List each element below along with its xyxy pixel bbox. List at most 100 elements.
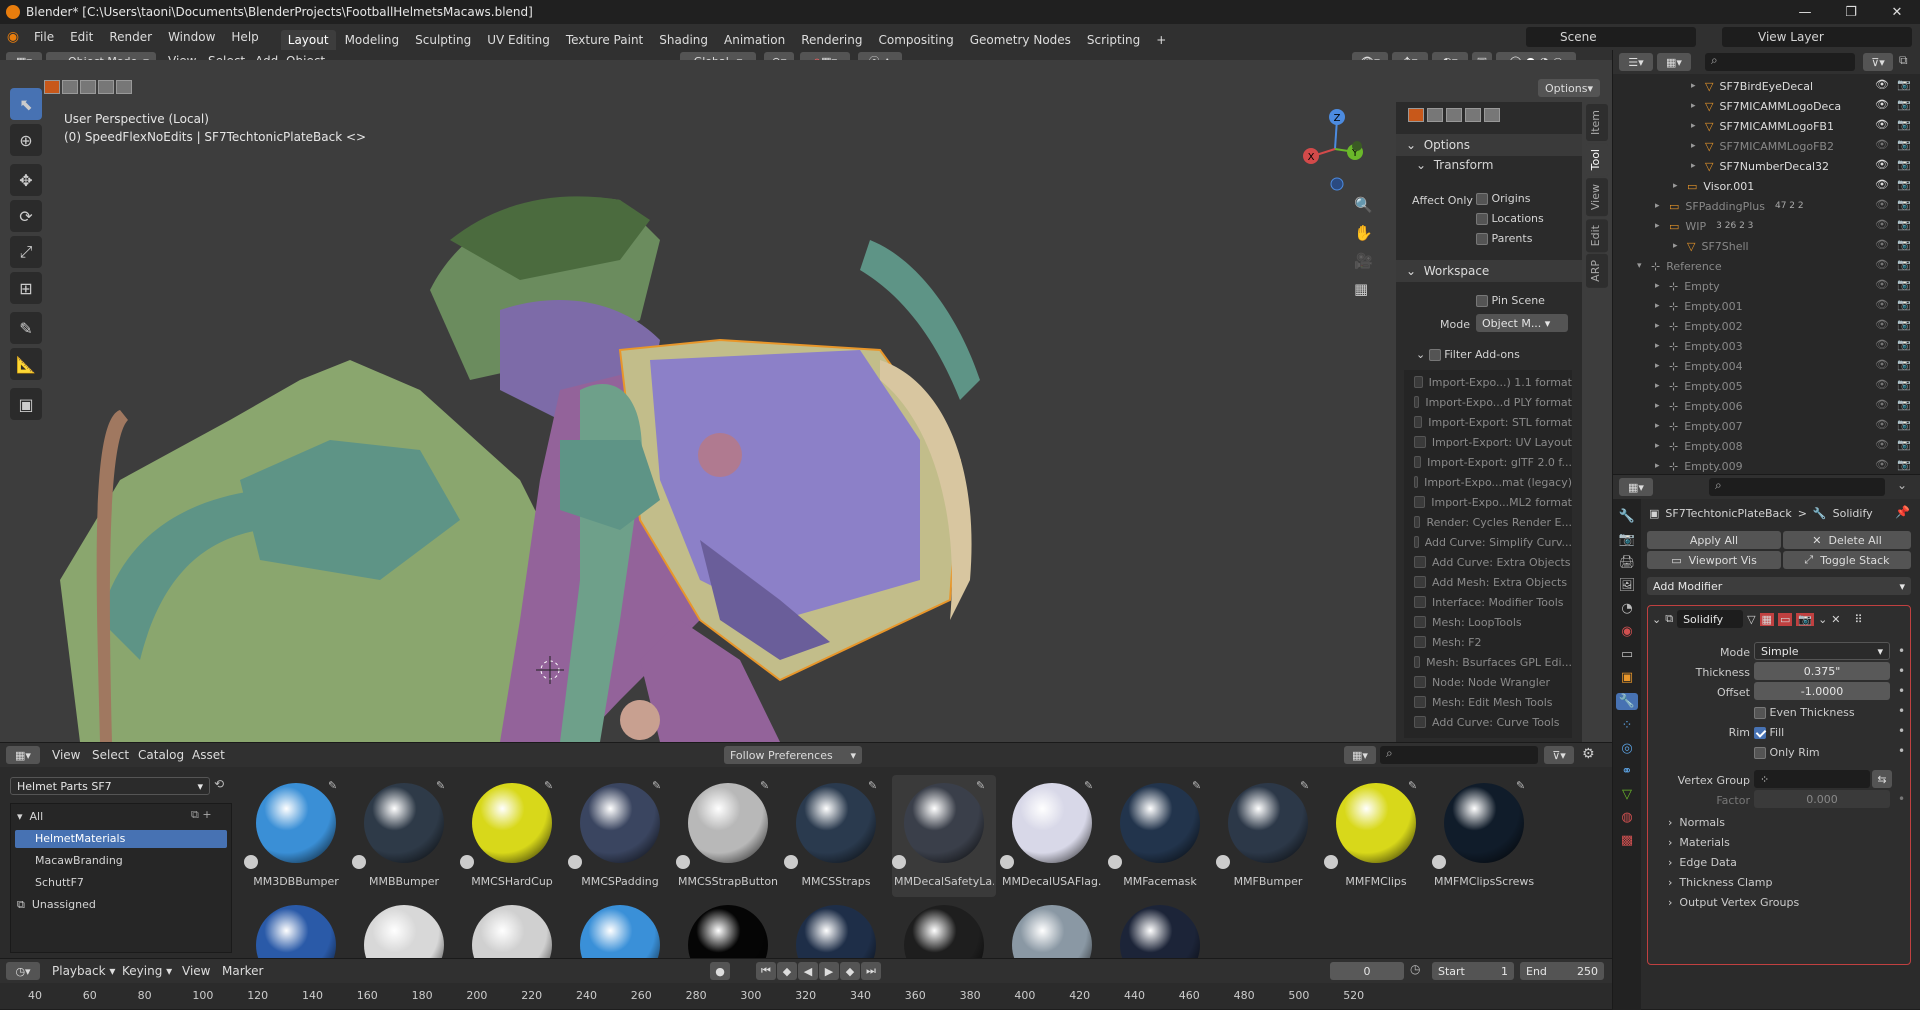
fill-checkbox[interactable] — [1754, 726, 1766, 739]
gear-icon[interactable]: ⚙ — [1582, 746, 1602, 764]
solidify-mode-dropdown[interactable]: Simple ▾ — [1754, 642, 1890, 660]
filter-addons-row[interactable]: ⌄ Filter Add-ons — [1416, 348, 1520, 361]
outliner-row[interactable]: ▸ ▽ SF7BirdEyeDecal 👁 📷 — [1613, 76, 1920, 96]
outliner-row[interactable]: ▸ ▽ SF7NumberDecal32 👁 📷 — [1613, 156, 1920, 176]
addon-checkbox[interactable] — [1414, 636, 1426, 648]
render-visibility-icon[interactable]: 📷 — [1897, 138, 1911, 151]
render-visibility-icon[interactable]: 📷 — [1897, 378, 1911, 391]
expand-arrow-icon[interactable]: ▸ — [1691, 101, 1705, 111]
keyframe-dot-icon[interactable]: • — [1898, 744, 1905, 758]
addon-checkbox[interactable] — [1414, 456, 1422, 468]
render-visibility-icon[interactable]: 📷 — [1897, 98, 1911, 111]
asset-menu-view[interactable]: View — [44, 744, 88, 766]
outliner-row[interactable]: ▸ ▽ SF7MICAMMLogoDeca 👁 📷 — [1613, 96, 1920, 116]
addon-row[interactable]: Node: Node Wrangler — [1404, 672, 1572, 692]
addon-row[interactable]: Import-Export: UV Layout — [1404, 432, 1572, 452]
timeline-playback-menu[interactable]: Playback ▾ — [44, 960, 123, 982]
new-catalog-icon[interactable]: ⧉ + — [191, 808, 212, 822]
outliner-row[interactable]: ▸ ▽ SF7MICAMMLogoFB1 👁 📷 — [1613, 116, 1920, 136]
tab-uv-editing[interactable]: UV Editing — [480, 30, 557, 50]
addon-checkbox[interactable] — [1414, 556, 1426, 568]
asset-tile[interactable]: MMCSPadding ✎ — [568, 775, 672, 897]
tab-modeling[interactable]: Modeling — [338, 30, 407, 50]
locations-checkbox-row[interactable]: Locations — [1476, 212, 1544, 225]
asset-library-dropdown[interactable]: Helmet Parts SF7 ▾ — [10, 777, 210, 795]
expand-arrow-icon[interactable]: ▸ — [1655, 301, 1669, 311]
visibility-eye-icon[interactable]: 👁 — [1875, 178, 1889, 191]
asset-tile[interactable]: MMBBumper ✎ — [352, 775, 456, 897]
blender-menu-icon[interactable]: ◉ — [0, 26, 26, 48]
tab-tool[interactable]: Tool — [1586, 143, 1608, 177]
mode-intersect-icon[interactable] — [1484, 108, 1500, 122]
asset-tile[interactable]: MMCSStraps ✎ — [784, 775, 888, 897]
catalog-macaw-branding[interactable]: MacawBranding — [35, 854, 123, 867]
tab-edit[interactable]: Edit — [1586, 218, 1608, 252]
addon-row[interactable]: Render: Cycles Render E... — [1404, 512, 1572, 532]
material-preview[interactable] — [1120, 905, 1200, 959]
parents-checkbox-row[interactable]: Parents — [1476, 232, 1532, 245]
edit-mode-icon[interactable]: ▽ — [1747, 613, 1755, 626]
addon-row[interactable]: Import-Expo...d PLY format — [1404, 392, 1572, 412]
options-panel-header[interactable]: ⌄ Options — [1396, 134, 1582, 156]
jump-start-icon[interactable]: ⏮ — [756, 962, 776, 980]
maximize-button[interactable]: ❐ — [1828, 0, 1874, 24]
output-vertex-groups-subpanel[interactable]: › Output Vertex Groups — [1668, 896, 1799, 909]
expand-arrow-icon[interactable]: ▸ — [1655, 201, 1669, 211]
render-visibility-icon[interactable]: 📷 — [1897, 338, 1911, 351]
prev-keyframe-icon[interactable]: ◆ — [777, 962, 797, 980]
render-visibility-icon[interactable]: 📷 — [1897, 198, 1911, 211]
material-tab-icon[interactable]: ◍ — [1621, 810, 1632, 825]
visibility-eye-icon[interactable]: 👁 — [1875, 318, 1889, 331]
transform-subpanel-header[interactable]: ⌄ Transform — [1416, 158, 1493, 172]
render-visibility-icon[interactable]: 📷 — [1897, 438, 1911, 451]
visibility-eye-icon[interactable]: 👁 — [1875, 238, 1889, 251]
zoom-icon[interactable]: 🔍 — [1354, 196, 1373, 214]
addon-row[interactable]: Import-Expo...mat (legacy) — [1404, 472, 1572, 492]
edit-icon[interactable]: ✎ — [760, 779, 769, 792]
render-visibility-icon[interactable]: 📷 — [1897, 458, 1911, 471]
clock-icon[interactable]: ◷ — [1410, 962, 1428, 980]
visibility-eye-icon[interactable]: 👁 — [1875, 418, 1889, 431]
asset-tile[interactable]: MMCSHardCup ✎ — [460, 775, 564, 897]
options-dropdown[interactable]: Options ▾ — [1538, 79, 1600, 97]
factor-field[interactable]: 0.000 — [1754, 790, 1890, 808]
edit-icon[interactable]: ✎ — [1192, 779, 1201, 792]
material-preview[interactable] — [904, 905, 984, 959]
addon-row[interactable]: Add Curve: Curve Tools — [1404, 712, 1572, 732]
expand-arrow-icon[interactable]: ▸ — [1655, 461, 1669, 471]
timeline-editor-type-button[interactable]: ◷▾ — [6, 962, 40, 980]
tab-scripting[interactable]: Scripting — [1080, 30, 1147, 50]
addon-checkbox[interactable] — [1414, 536, 1419, 548]
timeline-menu-marker[interactable]: Marker — [214, 960, 271, 982]
edit-icon[interactable]: ✎ — [1516, 779, 1525, 792]
outliner-row[interactable]: ▸ ⊹ Empty.004 👁 📷 — [1613, 356, 1920, 376]
chevron-down-icon[interactable]: ⌄ — [1897, 478, 1907, 492]
toggle-stack-button[interactable]: ⤢ Toggle Stack — [1783, 551, 1911, 569]
data-tab-icon[interactable]: ▽ — [1622, 787, 1632, 802]
workspace-mode-dropdown[interactable]: Object M... ▾ — [1476, 314, 1568, 332]
jump-end-icon[interactable]: ⏭ — [861, 962, 881, 980]
render-visibility-icon[interactable]: 📷 — [1897, 358, 1911, 371]
display-mode-dropdown[interactable]: ▦▾ — [1657, 53, 1691, 71]
scene-tab-icon[interactable]: ◔ — [1621, 601, 1632, 616]
delete-all-button[interactable]: ✕ Delete All — [1783, 531, 1911, 549]
transform-tool[interactable]: ⊞ — [10, 272, 42, 304]
outliner-editor-type-button[interactable]: ☰▾ — [1619, 53, 1653, 71]
expand-arrow-icon[interactable]: ▸ — [1673, 241, 1687, 251]
expand-arrow-icon[interactable]: ▾ — [1637, 261, 1651, 271]
addon-row[interactable]: Import-Expo...ML2 format — [1404, 492, 1572, 512]
tab-view[interactable]: View — [1586, 178, 1608, 217]
material-preview[interactable] — [256, 905, 336, 959]
tab-arp[interactable]: ARP — [1586, 253, 1608, 288]
fill-row[interactable]: Fill — [1754, 726, 1784, 739]
addon-checkbox[interactable] — [1414, 436, 1426, 448]
material-preview[interactable] — [364, 905, 444, 959]
collection-tab-icon[interactable]: ▭ — [1621, 647, 1633, 662]
material-preview[interactable] — [796, 905, 876, 959]
parents-checkbox[interactable] — [1476, 233, 1488, 245]
outliner-row[interactable]: ▸ ⊹ Empty.001 👁 📷 — [1613, 296, 1920, 316]
world-tab-icon[interactable]: ◉ — [1621, 624, 1632, 639]
outliner-row[interactable]: ▸ ▭ WIP 3 26 2 3 👁 📷 — [1613, 216, 1920, 236]
addon-checkbox[interactable] — [1414, 576, 1426, 588]
visibility-eye-icon[interactable]: 👁 — [1875, 98, 1889, 111]
